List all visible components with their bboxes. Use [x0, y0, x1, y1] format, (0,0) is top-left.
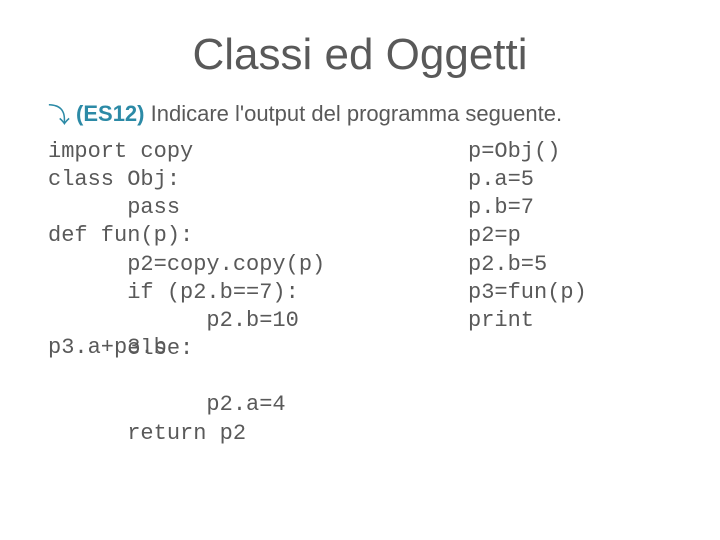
code-overlap-line: p3.a+p3.b — [48, 335, 167, 360]
exercise-tag: (ES12) — [76, 101, 144, 126]
code-left: import copy class Obj: pass def fun(p): … — [48, 138, 468, 448]
bullet-line: ⤵ (ES12) Indicare l'output del programma… — [48, 98, 680, 130]
bullet-icon: ⤵ — [48, 98, 70, 130]
code-right: p=Obj() p.a=5 p.b=7 p2=p p2.b=5 p3=fun(p… — [468, 138, 680, 448]
bullet-text: Indicare l'output del programma seguente… — [145, 101, 563, 126]
code-columns: import copy class Obj: pass def fun(p): … — [48, 138, 680, 448]
slide: Classi ed Oggetti ⤵ (ES12) Indicare l'ou… — [0, 0, 720, 540]
code-left-wrap: import copy class Obj: pass def fun(p): … — [48, 138, 468, 448]
slide-title: Classi ed Oggetti — [40, 30, 680, 80]
